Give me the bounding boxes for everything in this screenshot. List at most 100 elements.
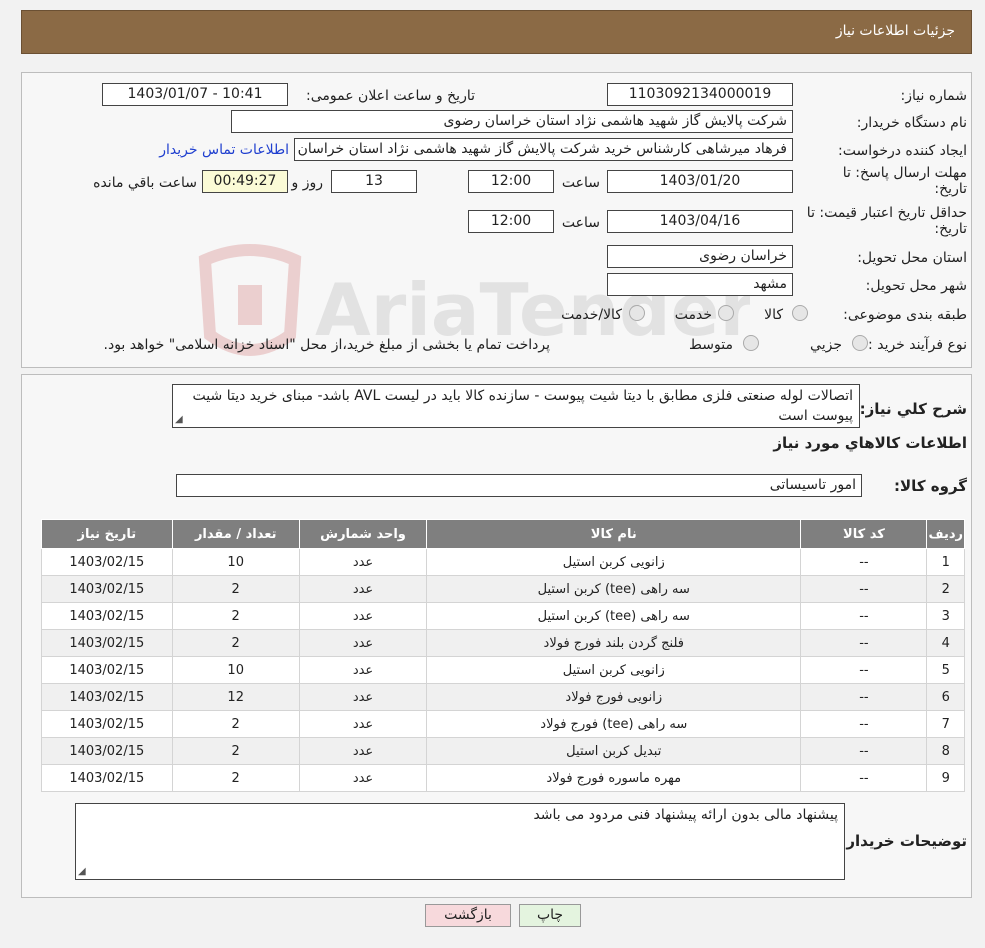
cell-name: سه راهی (tee) فورج فولاد <box>426 710 802 738</box>
cell-row-number: 9 <box>926 764 965 792</box>
need-number-label: شماره نیاز: <box>900 88 968 104</box>
description-box: اتصالات لوله صنعتی فلزی مطابق با دیتا شی… <box>172 384 860 428</box>
cell-unit: عدد <box>298 656 428 684</box>
table-row: 2 -- سه راهی (tee) کربن استیل عدد 2 1403/02/1… <box>41 575 965 603</box>
deadline-date-field: 1403/01/20 <box>607 170 793 193</box>
remaining-label: ساعت باقي مانده <box>93 175 197 191</box>
cell-row-number: 3 <box>926 602 965 630</box>
category-goods-label: کالا <box>764 307 783 323</box>
cell-code: -- <box>800 602 928 630</box>
days-label: روز و <box>291 175 324 191</box>
cell-date: 1403/02/15 <box>41 656 173 684</box>
category-both-radio[interactable] <box>629 305 645 321</box>
cell-code: -- <box>800 575 928 603</box>
buyer-notes-box: پیشنهاد مالی بدون ارائه پیشنهاد فنی مردو… <box>75 803 845 880</box>
cell-name: زانویی کربن استیل <box>426 548 802 576</box>
cell-date: 1403/02/15 <box>41 710 173 738</box>
cell-qty: 2 <box>171 575 300 603</box>
description-text: اتصالات لوله صنعتی فلزی مطابق با دیتا شی… <box>192 388 853 424</box>
cell-qty: 2 <box>171 602 300 630</box>
cell-row-number: 8 <box>926 737 965 765</box>
province-label: استان محل تحویل: <box>857 250 967 266</box>
table-row: 8 -- تبدیل کربن استیل عدد 2 1403/02/15 <box>41 737 965 765</box>
cell-name: زانویی فورج فولاد <box>426 683 802 711</box>
cell-row-number: 2 <box>926 575 965 603</box>
creator-field: فرهاد میرشاهی کارشناس خرید شرکت پالایش گ… <box>294 138 793 161</box>
category-service-label: خدمت <box>674 307 712 323</box>
col-code: کد کالا <box>800 519 928 549</box>
table-row: 4 -- فلنج گردن بلند فورج فولاد عدد 2 1403/02/… <box>41 629 965 657</box>
category-goods-radio[interactable] <box>792 305 808 321</box>
cell-unit: عدد <box>298 683 428 711</box>
process-label: نوع فرآیند خرید : <box>868 337 967 353</box>
cell-row-number: 4 <box>926 629 965 657</box>
cell-name: زانویی کربن استیل <box>426 656 802 684</box>
cell-qty: 12 <box>171 683 300 711</box>
announce-field: 1403/01/07 - 10:41 <box>102 83 288 106</box>
cell-date: 1403/02/15 <box>41 548 173 576</box>
table-row: 9 -- مهره ماسوره فورج فولاد عدد 2 1403/02/15 <box>41 764 965 792</box>
cell-unit: عدد <box>298 548 428 576</box>
validity-label: حداقل تاریخ اعتبار قیمت: تا تاریخ: <box>806 205 967 237</box>
back-button[interactable]: بازگشت <box>425 904 511 927</box>
table-header-row: رديف کد کالا نام کالا واحد شمارش تعداد /… <box>41 519 965 549</box>
print-button[interactable]: چاپ <box>519 904 581 927</box>
deadline-time-field: 12:00 <box>468 170 554 193</box>
notes-resize-handle-icon[interactable]: ◢ <box>78 866 86 877</box>
page-title: جزئیات اطلاعات نیاز <box>835 23 955 39</box>
deadline-time-label: ساعت <box>561 175 600 191</box>
table-row: 5 -- زانویی کربن استیل عدد 10 1403/02/15 <box>41 656 965 684</box>
group-field: امور تاسیساتی <box>176 474 862 497</box>
cell-code: -- <box>800 629 928 657</box>
remaining-time-field: 00:49:27 <box>202 170 288 193</box>
col-date: تاریخ نیاز <box>41 519 173 549</box>
table-row: 7 -- سه راهی (tee) فورج فولاد عدد 2 1403/02/1… <box>41 710 965 738</box>
cell-code: -- <box>800 683 928 711</box>
col-name: نام کالا <box>426 519 802 549</box>
cell-code: -- <box>800 548 928 576</box>
process-medium-radio[interactable] <box>743 335 759 351</box>
cell-date: 1403/02/15 <box>41 737 173 765</box>
cell-qty: 2 <box>171 710 300 738</box>
table-row: 3 -- سه راهی (tee) کربن استیل عدد 2 1403/02/1… <box>41 602 965 630</box>
need-number-field: 1103092134000019 <box>607 83 793 106</box>
category-label: طبقه بندی موضوعی: <box>843 307 967 323</box>
cell-unit: عدد <box>298 629 428 657</box>
cell-qty: 10 <box>171 548 300 576</box>
cell-qty: 2 <box>171 737 300 765</box>
days-field: 13 <box>331 170 417 193</box>
cell-qty: 2 <box>171 629 300 657</box>
cell-name: سه راهی (tee) کربن استیل <box>426 575 802 603</box>
cell-row-number: 6 <box>926 683 965 711</box>
cell-unit: عدد <box>298 737 428 765</box>
process-partial-label: جزیي <box>810 337 842 353</box>
cell-row-number: 5 <box>926 656 965 684</box>
category-service-radio[interactable] <box>718 305 734 321</box>
resize-handle-icon[interactable]: ◢ <box>175 414 183 425</box>
cell-unit: عدد <box>298 710 428 738</box>
cell-date: 1403/02/15 <box>41 629 173 657</box>
contact-info-link[interactable]: اطلاعات تماس خریدار <box>159 142 289 158</box>
cell-unit: عدد <box>298 575 428 603</box>
buyer-notes-label: توضیحات خریدار: <box>840 832 967 850</box>
cell-date: 1403/02/15 <box>41 764 173 792</box>
validity-date-field: 1403/04/16 <box>607 210 793 233</box>
cell-code: -- <box>800 710 928 738</box>
table-row: 1 -- زانویی کربن استیل عدد 10 1403/02/15 <box>41 548 965 576</box>
cell-qty: 2 <box>171 764 300 792</box>
process-partial-radio[interactable] <box>852 335 868 351</box>
province-field: خراسان رضوی <box>607 245 793 268</box>
cell-code: -- <box>800 656 928 684</box>
col-qty: تعداد / مقدار <box>171 519 300 549</box>
cell-name: فلنج گردن بلند فورج فولاد <box>426 629 802 657</box>
col-unit: واحد شمارش <box>298 519 428 549</box>
process-note: پرداخت تمام یا بخشی از مبلغ خرید،از محل … <box>103 337 550 353</box>
cell-name: سه راهی (tee) کربن استیل <box>426 602 802 630</box>
process-medium-label: متوسط <box>689 337 733 353</box>
cell-name: تبدیل کربن استیل <box>426 737 802 765</box>
page-header: جزئیات اطلاعات نیاز <box>21 10 972 54</box>
description-label: شرح کلي نياز: <box>859 400 967 418</box>
cell-code: -- <box>800 764 928 792</box>
cell-row-number: 1 <box>926 548 965 576</box>
cell-row-number: 7 <box>926 710 965 738</box>
